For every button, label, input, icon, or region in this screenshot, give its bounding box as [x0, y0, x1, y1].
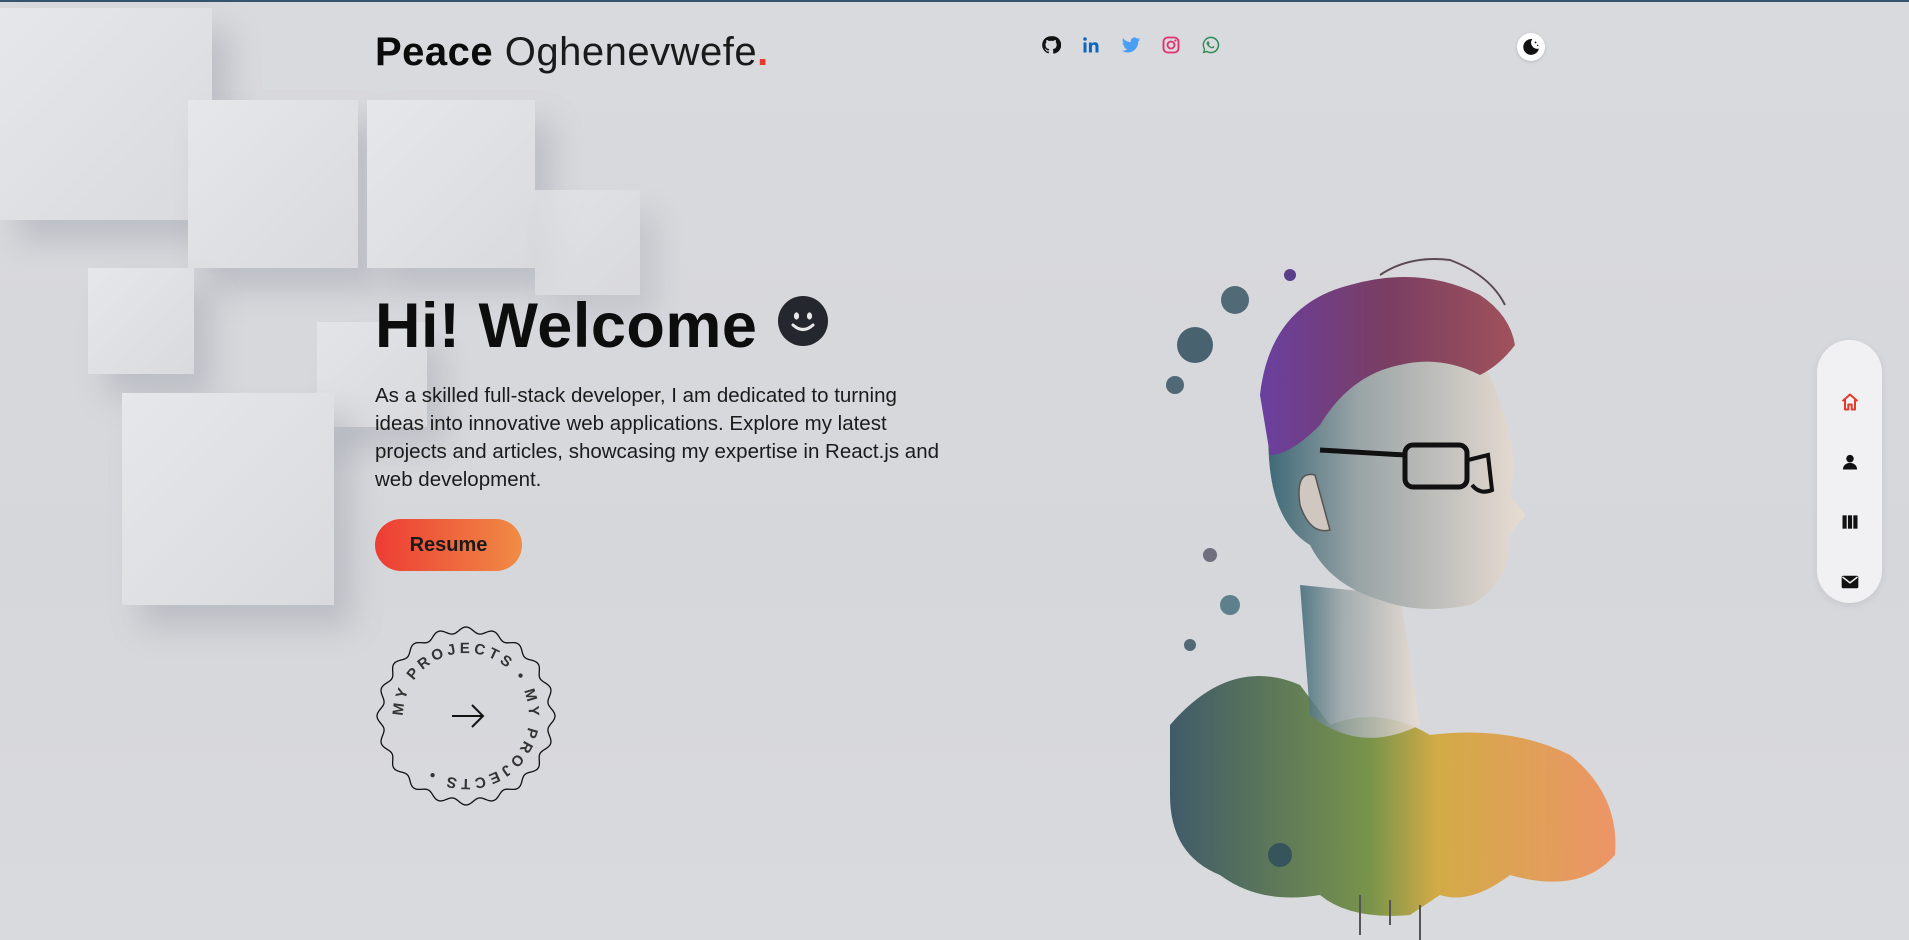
site-logo[interactable]: Peace Oghenevwefe. [375, 30, 769, 75]
my-projects-badge[interactable]: MY PROJECTS • MY PROJECTS • [375, 625, 557, 807]
user-icon [1842, 454, 1857, 470]
decor-cube [367, 100, 535, 268]
nav-contact[interactable] [1817, 562, 1882, 602]
portrait-illustration [1150, 255, 1630, 940]
home-icon [1841, 393, 1858, 411]
nav-projects[interactable] [1817, 502, 1882, 542]
nav-home[interactable] [1817, 382, 1882, 422]
decor-cube [0, 8, 212, 220]
top-border [0, 0, 1909, 2]
twitter-icon[interactable] [1120, 34, 1142, 56]
side-navigation [1817, 340, 1882, 603]
page: Peace Oghenevwefe. Hi! Welcome As a skil… [0, 0, 1909, 940]
logo-first-name: Peace [375, 30, 494, 74]
hero-title: Hi! Welcome [375, 291, 758, 361]
decor-cube [535, 190, 640, 295]
decor-cube [122, 393, 334, 605]
mail-icon [1841, 575, 1858, 589]
smiley-icon [778, 296, 828, 346]
logo-dot: . [757, 30, 769, 74]
projects-icon [1842, 515, 1857, 529]
github-icon[interactable] [1040, 34, 1062, 56]
social-links [1040, 34, 1222, 56]
decor-cube [88, 268, 194, 374]
linkedin-icon[interactable] [1080, 34, 1102, 56]
theme-toggle-button[interactable] [1517, 33, 1545, 61]
logo-last-name: Oghenevwefe [504, 30, 758, 74]
instagram-icon[interactable] [1160, 34, 1182, 56]
hero-description: As a skilled full-stack developer, I am … [375, 384, 940, 491]
nav-about[interactable] [1817, 442, 1882, 482]
moon-icon [1523, 39, 1539, 55]
whatsapp-icon[interactable] [1200, 34, 1222, 56]
arrow-right-icon [452, 704, 485, 728]
resume-button[interactable]: Resume [375, 519, 522, 571]
decor-cube [188, 100, 358, 268]
